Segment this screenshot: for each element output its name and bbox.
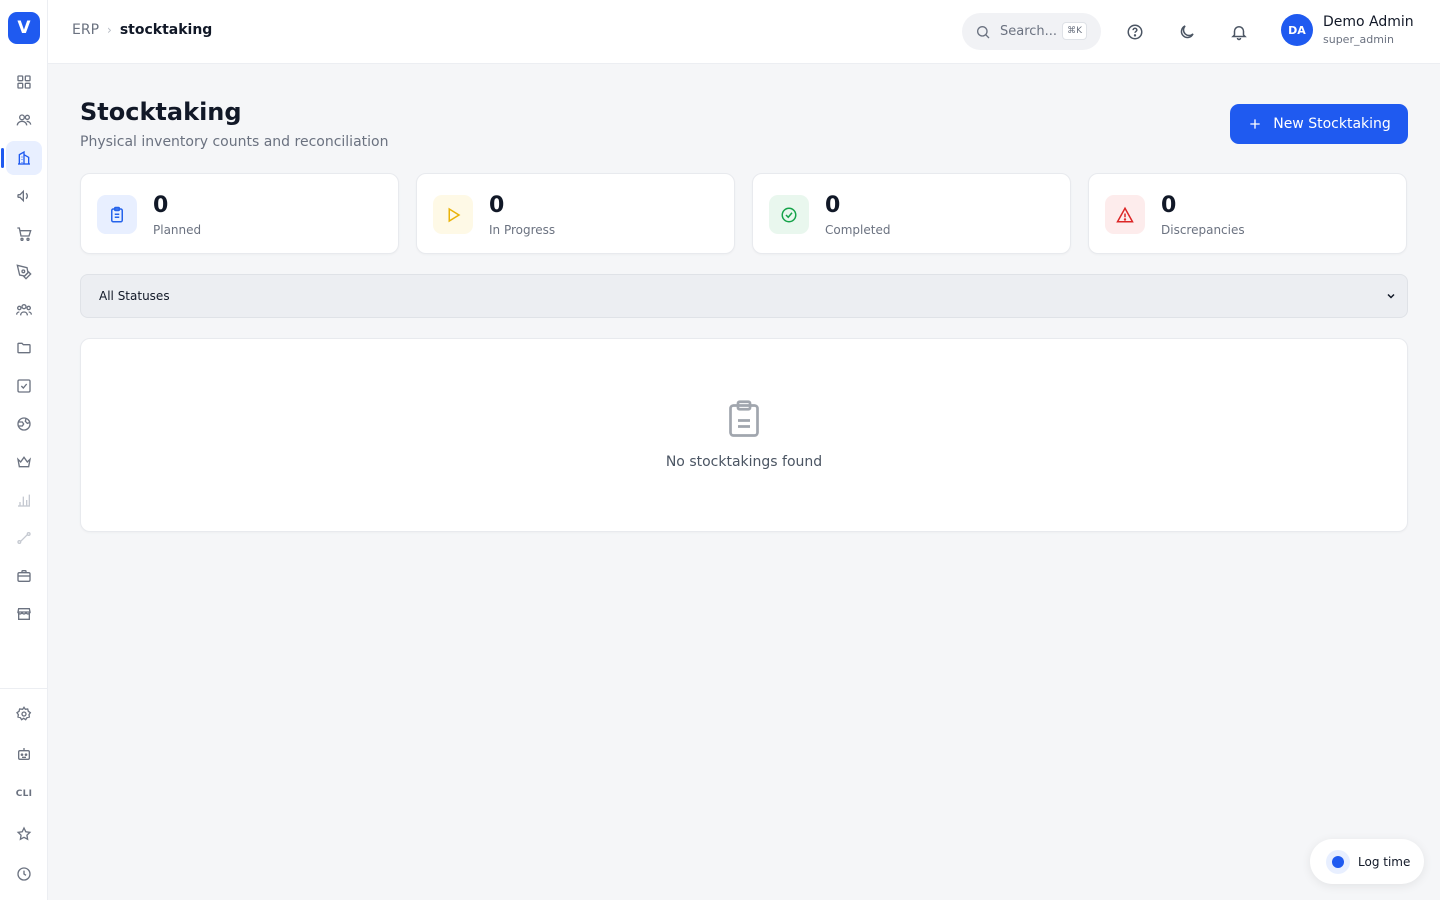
search-input[interactable]: Search... ⌘K xyxy=(962,13,1101,50)
theme-toggle-button[interactable] xyxy=(1173,18,1201,46)
notifications-button[interactable] xyxy=(1225,18,1253,46)
user-role: super_admin xyxy=(1323,33,1394,46)
empty-state-message: No stocktakings found xyxy=(665,454,823,470)
stat-icon-wrapper xyxy=(1105,195,1145,234)
globe-icon xyxy=(17,417,31,431)
route-icon xyxy=(17,532,31,544)
top-header: ERP › stocktaking Search... ⌘K DA Demo A… xyxy=(48,0,1440,64)
sidebar-item-store[interactable] xyxy=(6,597,42,631)
alert-triangle-icon xyxy=(1116,206,1134,222)
dashboard-grid-icon xyxy=(17,75,31,89)
log-time-label: Log time xyxy=(1358,854,1411,869)
timer-icon xyxy=(1326,849,1350,874)
breadcrumb-root[interactable]: ERP xyxy=(72,22,99,38)
user-name: Demo Admin xyxy=(1323,14,1414,30)
sidebar: V CLI xyxy=(0,0,48,900)
chevron-right-icon: › xyxy=(107,23,112,37)
search-shortcut: ⌘K xyxy=(1062,22,1087,40)
sidebar-item-contacts[interactable] xyxy=(6,103,42,137)
stat-label: Completed xyxy=(825,223,891,237)
status-filter-select[interactable]: All Statuses xyxy=(80,274,1408,318)
clock-icon xyxy=(17,867,31,881)
bar-chart-icon xyxy=(18,494,30,507)
sidebar-divider xyxy=(0,688,48,689)
stat-label: In Progress xyxy=(489,223,556,237)
sidebar-item-settings[interactable] xyxy=(6,697,42,731)
stat-icon-wrapper xyxy=(769,195,809,234)
sidebar-item-team[interactable] xyxy=(6,293,42,327)
sidebar-item-dashboard[interactable] xyxy=(6,65,42,99)
stat-card-in-progress: 0 In Progress xyxy=(416,173,735,254)
sidebar-item-premium[interactable] xyxy=(6,445,42,479)
sidebar-item-erp[interactable] xyxy=(1,141,42,175)
log-time-button[interactable]: Log time xyxy=(1310,839,1424,884)
sidebar-item-hr[interactable] xyxy=(6,559,42,593)
pen-tool-icon xyxy=(16,264,32,280)
cli-label: CLI xyxy=(15,789,33,799)
stat-icon-wrapper xyxy=(433,195,473,234)
sidebar-item-cli[interactable]: CLI xyxy=(6,777,42,811)
stocktakings-list: No stocktakings found xyxy=(80,338,1408,532)
play-icon xyxy=(448,207,461,222)
crown-icon xyxy=(16,456,32,468)
stat-value: 0 xyxy=(825,193,841,218)
help-circle-icon xyxy=(1127,24,1143,40)
sidebar-item-analytics[interactable] xyxy=(6,483,42,517)
sidebar-item-web[interactable] xyxy=(6,407,42,441)
sidebar-item-files[interactable] xyxy=(6,331,42,365)
breadcrumb: ERP › stocktaking xyxy=(72,22,212,38)
stat-label: Discrepancies xyxy=(1161,223,1245,237)
status-filter-value: All Statuses xyxy=(99,289,170,303)
clipboard-list-icon xyxy=(111,206,123,222)
cart-icon xyxy=(17,227,32,241)
users-icon xyxy=(16,114,32,126)
checkbox-icon xyxy=(17,379,31,393)
star-icon xyxy=(16,826,32,841)
breadcrumb-current: stocktaking xyxy=(119,22,213,38)
stat-label: Planned xyxy=(153,223,202,237)
user-info: Demo Admin super_admin xyxy=(1323,14,1414,46)
search-placeholder: Search... xyxy=(1000,24,1058,39)
check-circle-icon xyxy=(781,207,797,222)
bot-icon xyxy=(18,748,30,760)
stat-card-completed: 0 Completed xyxy=(752,173,1071,254)
building-icon xyxy=(18,150,30,165)
team-icon xyxy=(16,304,32,316)
moon-icon xyxy=(1180,25,1194,39)
settings-icon xyxy=(16,706,32,721)
new-stocktaking-label: New Stocktaking xyxy=(1273,116,1391,132)
help-button[interactable] xyxy=(1121,18,1149,46)
stat-card-discrepancies: 0 Discrepancies xyxy=(1088,173,1407,254)
folder-icon xyxy=(17,342,31,354)
sidebar-item-history[interactable] xyxy=(6,857,42,891)
clipboard-icon xyxy=(729,400,759,437)
store-icon xyxy=(17,608,31,620)
sidebar-item-workflows[interactable] xyxy=(6,521,42,555)
plus-icon xyxy=(1250,119,1260,129)
briefcase-icon xyxy=(17,570,31,582)
sidebar-item-design[interactable] xyxy=(6,255,42,289)
sidebar-item-marketing[interactable] xyxy=(6,179,42,213)
new-stocktaking-button[interactable]: New Stocktaking xyxy=(1230,104,1408,144)
chevron-down-icon xyxy=(1387,293,1395,299)
page-subtitle: Physical inventory counts and reconcilia… xyxy=(80,134,389,150)
stat-value: 0 xyxy=(489,193,505,218)
stat-card-planned: 0 Planned xyxy=(80,173,399,254)
sidebar-item-ai[interactable] xyxy=(6,737,42,771)
stat-icon-wrapper xyxy=(97,195,137,234)
bell-icon xyxy=(1231,26,1247,41)
stat-value: 0 xyxy=(153,193,169,218)
user-menu[interactable]: DA Demo Admin super_admin xyxy=(1281,14,1414,46)
app-logo[interactable]: V xyxy=(8,12,40,44)
page-title: Stocktaking xyxy=(80,98,242,126)
avatar: DA xyxy=(1281,14,1313,46)
sidebar-item-favorites[interactable] xyxy=(6,817,42,851)
stat-value: 0 xyxy=(1161,193,1177,218)
search-icon xyxy=(977,25,990,38)
sidebar-item-sales[interactable] xyxy=(6,217,42,251)
sidebar-item-tasks[interactable] xyxy=(6,369,42,403)
megaphone-icon xyxy=(17,189,28,203)
